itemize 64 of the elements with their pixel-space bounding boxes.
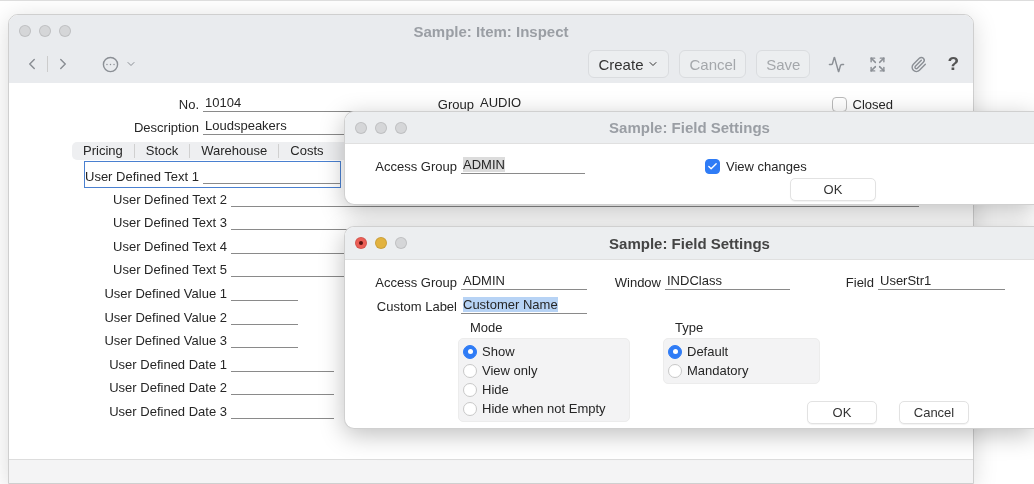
- radio-button[interactable]: [668, 344, 682, 359]
- radio-button[interactable]: [463, 401, 477, 416]
- zoom-button[interactable]: [395, 121, 407, 134]
- tab[interactable]: Warehouse: [189, 144, 279, 158]
- dialog-title: Sample: Field Settings: [609, 234, 770, 252]
- dialog-button[interactable]: Cancel: [899, 401, 969, 424]
- option-label: Hide: [482, 382, 509, 397]
- field-label: User Defined Text 5: [112, 262, 228, 278]
- input-field[interactable]: ADMIN: [461, 273, 587, 290]
- radio-button[interactable]: [463, 363, 477, 378]
- field-label: User Defined Value 1: [103, 285, 228, 301]
- minimize-button[interactable]: [375, 237, 387, 249]
- tab[interactable]: Costs: [278, 144, 335, 158]
- field-label: User Defined Text 1: [85, 169, 200, 184]
- field-label: Window: [613, 275, 662, 290]
- toolbar-button[interactable]: Create: [588, 50, 670, 78]
- field-label: User Defined Value 3: [103, 333, 228, 349]
- radio-button[interactable]: [463, 344, 477, 359]
- check-icon: [707, 161, 718, 172]
- dialog-button[interactable]: OK: [807, 401, 877, 424]
- field-label: Access Group: [374, 159, 458, 174]
- field-label: User Defined Date 1: [108, 356, 228, 372]
- tab[interactable]: Pricing: [72, 144, 134, 158]
- dialog-title: Sample: Field Settings: [609, 119, 770, 136]
- more-icon[interactable]: [102, 55, 119, 73]
- close-button[interactable]: [355, 237, 367, 249]
- checkbox-label: Closed: [852, 97, 893, 112]
- option-label: Hide when not Empty: [482, 401, 606, 416]
- ok-button[interactable]: OK: [790, 177, 876, 201]
- option-label: View only: [482, 363, 538, 378]
- window-title: Sample: Item: Inspect: [413, 22, 569, 40]
- field-label: Group: [436, 97, 475, 112]
- radio-button[interactable]: [463, 382, 477, 397]
- field-label: User Defined Date 3: [108, 403, 228, 419]
- zoom-button[interactable]: [59, 25, 71, 37]
- view-changes-checkbox[interactable]: [705, 159, 720, 174]
- field-label: User Defined Text 4: [112, 238, 228, 254]
- zoom-button[interactable]: [395, 237, 407, 249]
- field-label: Field: [844, 275, 875, 290]
- paperclip-icon[interactable]: [910, 55, 928, 73]
- group-title: Mode: [470, 320, 504, 335]
- input-field[interactable]: UserStr1: [878, 273, 1005, 290]
- expand-icon[interactable]: [869, 55, 887, 73]
- group-title: Type: [675, 320, 705, 335]
- field-label: No.: [177, 97, 200, 112]
- field-label: Custom Label: [375, 299, 458, 314]
- access-group-field[interactable]: ADMIN: [461, 157, 585, 174]
- field-label: User Defined Text 3: [112, 215, 228, 231]
- checkbox-label: View changes: [726, 159, 807, 174]
- option-label: Default: [687, 344, 729, 359]
- radio-button[interactable]: [668, 363, 682, 378]
- field-label: User Defined Value 2: [103, 309, 228, 325]
- help-button[interactable]: ?: [947, 53, 959, 75]
- minimize-button[interactable]: [39, 25, 51, 37]
- option-label: Show: [482, 344, 515, 359]
- option-label: Mandatory: [687, 363, 749, 378]
- input-field[interactable]: INDClass: [665, 273, 790, 290]
- field-label: User Defined Text 2: [112, 191, 228, 207]
- field-label: User Defined Date 2: [108, 380, 228, 396]
- field-label: Access Group: [374, 275, 458, 290]
- pulse-icon[interactable]: [828, 55, 846, 73]
- tab[interactable]: Stock: [133, 144, 190, 158]
- field-label: Description: [132, 120, 200, 135]
- minimize-button[interactable]: [375, 121, 387, 134]
